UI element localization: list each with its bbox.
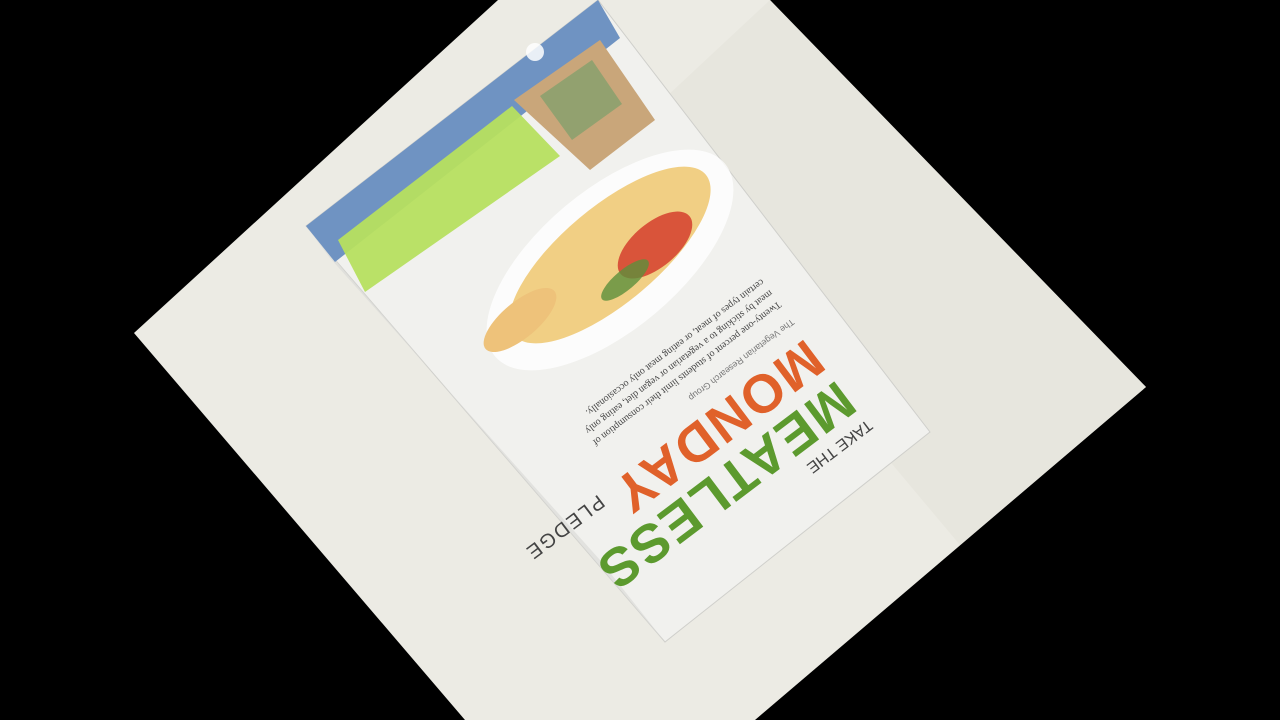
photo-canvas: TAKE THE MEATLESS MONDAY PLEDGE The Vege… (0, 0, 1280, 720)
photo-scene: TAKE THE MEATLESS MONDAY PLEDGE The Vege… (0, 0, 1280, 720)
logo-icon (526, 43, 544, 61)
